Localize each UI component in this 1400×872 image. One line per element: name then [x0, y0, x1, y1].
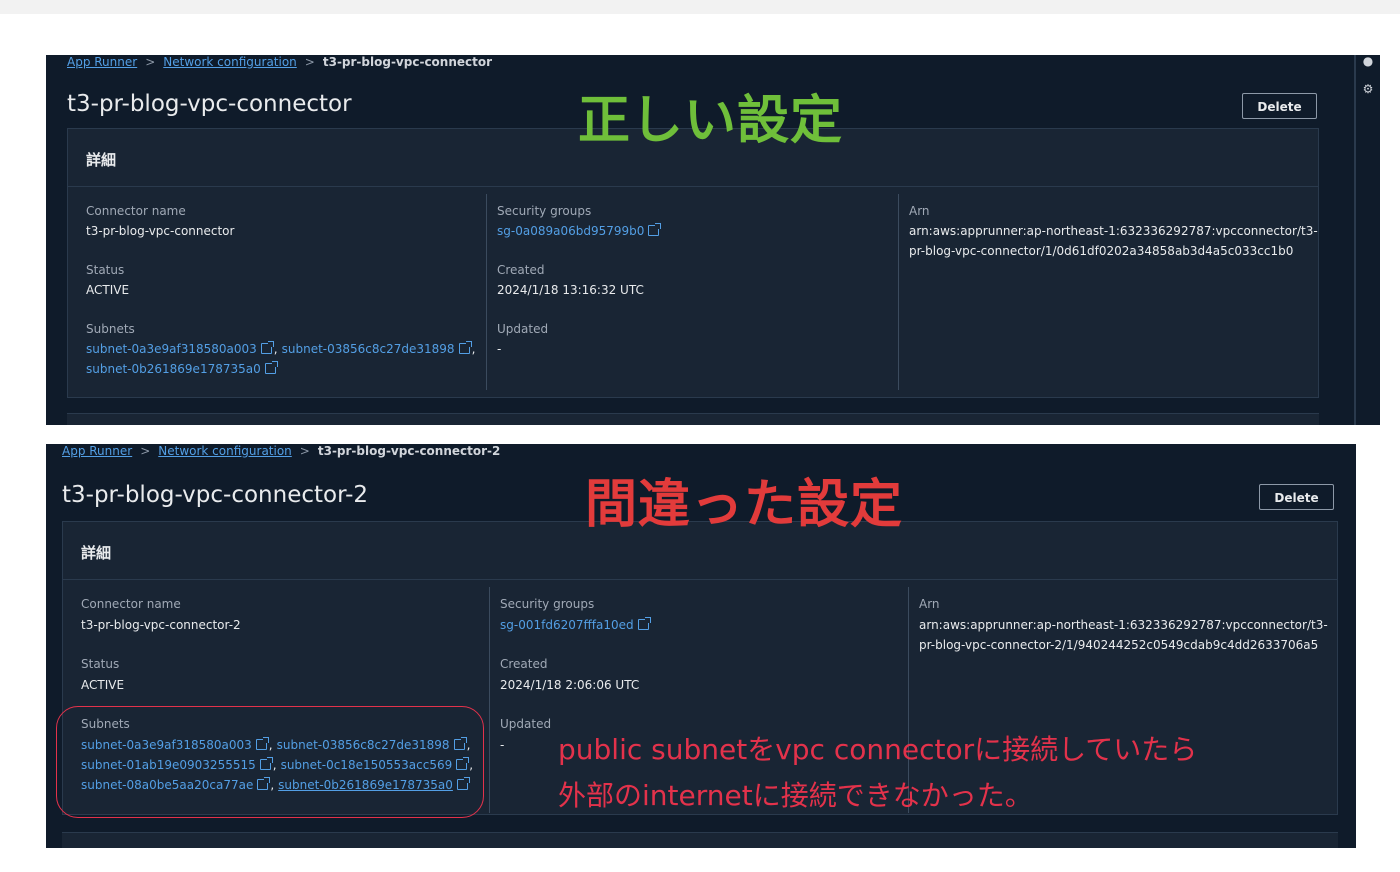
- breadcrumb: App Runner > Network configuration > t3-pr-b…: [67, 55, 492, 69]
- status-label: Status: [86, 263, 125, 277]
- chevron-right-icon: >: [299, 444, 310, 458]
- created-label: Created: [497, 263, 545, 277]
- subnet-link[interactable]: subnet-03856c8c27de31898: [282, 342, 455, 356]
- arn-label: Arn: [909, 204, 930, 218]
- updated-value: -: [497, 342, 502, 356]
- annotation-note-line-1: public subnetをvpc connectorに接続していたら: [558, 733, 1198, 766]
- column-security: Security groups sg-0a089a06bd95799b0 Cre…: [486, 194, 898, 390]
- security-group-value: sg-0a089a06bd95799b0: [497, 221, 662, 241]
- external-link-icon[interactable]: [458, 341, 472, 354]
- status-label: Status: [81, 657, 120, 671]
- security-group-link[interactable]: sg-001fd6207fffa10ed: [500, 618, 634, 632]
- page-title: t3-pr-blog-vpc-connector: [67, 91, 352, 117]
- status-value: ACTIVE: [81, 678, 125, 692]
- settings-icon[interactable]: ⚙: [1362, 83, 1374, 95]
- annotation-wrong-setting: 間違った設定: [585, 475, 904, 535]
- connector-name-value: t3-pr-blog-vpc-connector: [86, 224, 235, 238]
- subnets-highlight-oval: [56, 706, 484, 818]
- chevron-right-icon: >: [145, 55, 156, 69]
- arn-value-line-1: arn:aws:apprunner:ap-northeast-1:6323362…: [909, 224, 1318, 238]
- security-groups-label: Security groups: [500, 597, 595, 611]
- subnet-link[interactable]: subnet-0b261869e178735a0: [86, 362, 261, 376]
- card-title: 詳細: [86, 151, 117, 169]
- breadcrumb-network-configuration[interactable]: Network configuration: [163, 55, 297, 69]
- column-connector: Connector name t3-pr-blog-vpc-connector …: [68, 187, 486, 391]
- external-link-icon[interactable]: [648, 223, 662, 236]
- top-margin-strip: [0, 0, 1400, 14]
- arn-value-line-2: pr-blog-vpc-connector-2/1/940244252c0549…: [919, 638, 1319, 652]
- security-group-link[interactable]: sg-0a089a06bd95799b0: [497, 224, 644, 238]
- next-card-edge: [67, 413, 1319, 425]
- updated-label: Updated: [497, 322, 549, 336]
- created-value: 2024/1/18 2:06:06 UTC: [500, 678, 640, 692]
- chevron-right-icon: >: [304, 55, 315, 69]
- card-title: 詳細: [81, 544, 112, 562]
- info-icon[interactable]: ●: [1362, 55, 1374, 67]
- updated-value: -: [500, 738, 505, 752]
- security-groups-label: Security groups: [497, 204, 592, 218]
- arn-value-line-1: arn:aws:apprunner:ap-northeast-1:6323362…: [919, 618, 1328, 632]
- right-side-rail: ● ⚙: [1354, 55, 1380, 425]
- connector-name-value: t3-pr-blog-vpc-connector-2: [81, 618, 241, 632]
- delete-button[interactable]: Delete: [1242, 93, 1317, 119]
- breadcrumb-app-runner[interactable]: App Runner: [62, 444, 132, 458]
- subnet-link[interactable]: subnet-0a3e9af318580a003: [86, 342, 257, 356]
- external-link-icon[interactable]: [637, 617, 651, 630]
- arn-value-line-2: pr-blog-vpc-connector/1/0d61df0202a34858…: [909, 244, 1294, 258]
- breadcrumb-network-configuration[interactable]: Network configuration: [158, 444, 292, 458]
- page-title: t3-pr-blog-vpc-connector-2: [62, 482, 369, 508]
- updated-label: Updated: [500, 717, 552, 731]
- breadcrumb-app-runner[interactable]: App Runner: [67, 55, 137, 69]
- subnets-label: Subnets: [86, 322, 135, 336]
- annotation-correct-setting: 正しい設定: [578, 91, 844, 151]
- breadcrumb-current: t3-pr-blog-vpc-connector: [322, 55, 493, 69]
- next-card-edge: [62, 832, 1338, 848]
- arn-label: Arn: [919, 597, 940, 611]
- annotation-note-line-2: 外部のinternetに接続できなかった。: [558, 779, 1033, 812]
- chevron-right-icon: >: [140, 444, 151, 458]
- created-value: 2024/1/18 13:16:32 UTC: [497, 283, 644, 297]
- subnets-line-2: subnet-0b261869e178735a0: [86, 359, 278, 379]
- created-label: Created: [500, 657, 548, 671]
- security-group-value: sg-001fd6207fffa10ed: [500, 615, 651, 635]
- connector-name-label: Connector name: [81, 597, 181, 611]
- external-link-icon[interactable]: [264, 361, 278, 374]
- subnets-line-1: subnet-0a3e9af318580a003, subnet-03856c8c…: [86, 341, 476, 356]
- breadcrumb-current: t3-pr-blog-vpc-connector-2: [317, 444, 501, 458]
- delete-button[interactable]: Delete: [1259, 484, 1334, 510]
- status-value: ACTIVE: [86, 283, 130, 297]
- breadcrumb: App Runner > Network configuration > t3-pr-b…: [62, 444, 500, 458]
- column-arn: Arn arn:aws:apprunner:ap-northeast-1:632…: [898, 194, 1318, 390]
- external-link-icon[interactable]: [260, 341, 274, 354]
- details-card: 詳細 Connector name t3-pr-blog-vpc-connect…: [67, 128, 1319, 398]
- connector-name-label: Connector name: [86, 204, 186, 218]
